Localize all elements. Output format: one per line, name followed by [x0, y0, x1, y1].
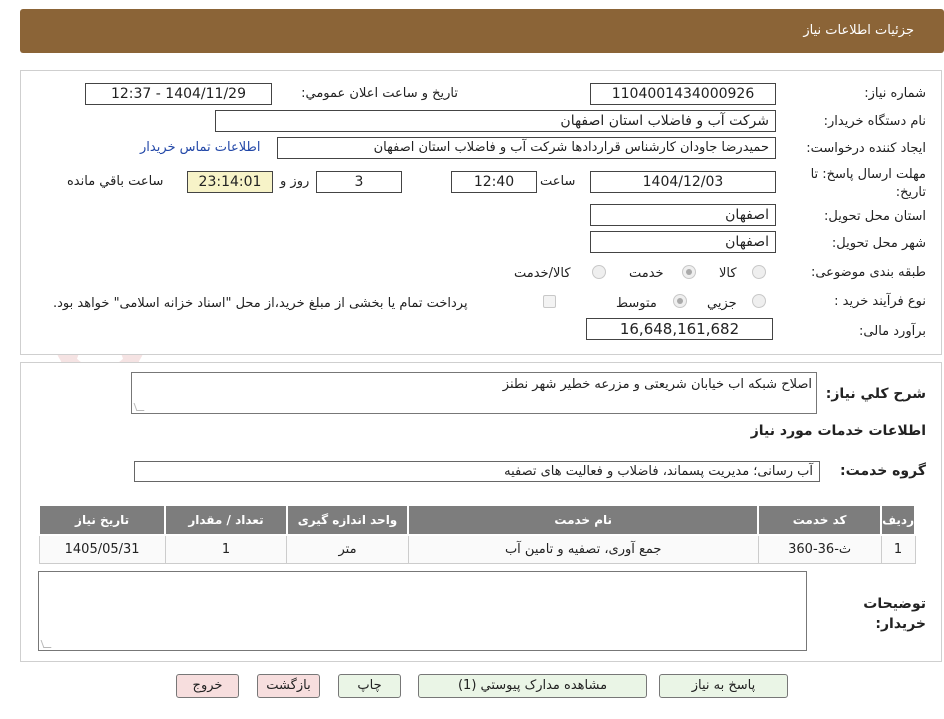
table-header-row: رديف کد خدمت نام خدمت واحد اندازه گيری ت… — [37, 504, 916, 536]
province-label: استان محل تحويل: — [824, 209, 926, 224]
col-header-need-date: تاريخ نياز — [37, 504, 167, 536]
col-header-unit: واحد اندازه گيری — [285, 504, 410, 536]
cell-unit: متر — [286, 534, 409, 564]
resize-grip-icon[interactable] — [40, 640, 52, 648]
category-radio-goods-service[interactable] — [592, 265, 606, 279]
category-option-service: خدمت — [629, 266, 664, 281]
treasury-payment-checkbox[interactable] — [543, 295, 556, 308]
remaining-time-field: 23:14:01 — [187, 171, 273, 193]
budget-label: برآورد مالی: — [859, 324, 926, 339]
category-option-goods: کالا — [719, 266, 737, 281]
deadline-time-label: ساعت — [540, 174, 576, 189]
cell-service-name: جمع آوری، تصفیه و تامین آب — [407, 534, 759, 564]
exit-button[interactable]: خروج — [176, 674, 239, 698]
buyer-notes-field[interactable] — [38, 571, 807, 651]
col-header-quantity: تعداد / مقدار — [164, 504, 288, 536]
reply-button[interactable]: پاسخ به نياز — [659, 674, 788, 698]
category-radio-service[interactable] — [682, 265, 696, 279]
process-option-minor: جزیي — [707, 296, 737, 311]
province-field: اصفهان — [590, 204, 776, 226]
requester-field: حمیدرضا جاودان کارشناس قراردادها شرکت آب… — [277, 137, 776, 159]
description-label: شرح کلي نياز: — [825, 386, 926, 402]
resize-grip-icon[interactable] — [133, 403, 145, 411]
page-header: جزئیات اطلاعات نیاز — [20, 9, 944, 53]
remaining-time-label: ساعت باقي مانده — [67, 174, 164, 189]
city-field: اصفهان — [590, 231, 776, 253]
cell-quantity: 1 — [164, 534, 288, 564]
city-label: شهر محل تحويل: — [831, 236, 926, 251]
category-radio-goods[interactable] — [752, 265, 766, 279]
col-header-row-index: رديف — [880, 504, 916, 536]
process-radio-minor[interactable] — [752, 294, 766, 308]
process-option-medium: متوسط — [616, 296, 657, 311]
page-title: جزئیات اطلاعات نیاز — [803, 23, 914, 38]
process-label: نوع فرآیند خرید : — [834, 294, 926, 309]
buyer-contact-link[interactable]: اطلاعات تماس خريدار — [140, 140, 260, 155]
table-row: 1 ث-36-360 جمع آوری، تصفیه و تامین آب مت… — [38, 534, 916, 564]
print-button[interactable]: چاپ — [338, 674, 401, 698]
cell-service-code: ث-36-360 — [757, 534, 882, 564]
days-label: روز و — [280, 174, 310, 189]
deadline-date-field: 1404/12/03 — [590, 171, 776, 193]
need-number-field: 1104001434000926 — [590, 83, 776, 105]
need-number-label: شماره نیاز: — [864, 86, 926, 101]
cell-need-date: 1405/05/31 — [38, 534, 166, 564]
col-header-service-name: نام خدمت — [407, 504, 760, 536]
announce-date-label: تاریخ و ساعت اعلان عمومي: — [301, 86, 458, 101]
back-button[interactable]: بازگشت — [257, 674, 320, 698]
budget-field: 16,648,161,682 — [586, 318, 773, 340]
cell-row-index: 1 — [880, 534, 916, 564]
category-option-goods-service: کالا/خدمت — [514, 266, 571, 281]
col-header-service-code: کد خدمت — [757, 504, 883, 536]
buyer-org-label: نام دستگاه خريدار: — [823, 114, 926, 129]
service-group-field: آب رسانی؛ مدیریت پسماند، فاضلاب و فعالیت… — [134, 461, 820, 482]
process-radio-medium[interactable] — [673, 294, 687, 308]
services-section-title: اطلاعات خدمات مورد نياز — [750, 423, 926, 439]
service-group-label: گروه خدمت: — [840, 463, 926, 479]
description-field[interactable]: اصلاح شبکه اب خیابان شریعتی و مزرعه خطیر… — [131, 372, 817, 414]
description-text: اصلاح شبکه اب خیابان شریعتی و مزرعه خطیر… — [502, 377, 812, 392]
services-table: رديف کد خدمت نام خدمت واحد اندازه گيری ت… — [37, 504, 916, 564]
category-label: طبقه بندی موضوعی: — [810, 265, 926, 280]
announce-date-field: 1404/11/29 - 12:37 — [85, 83, 272, 105]
view-attachments-button[interactable]: مشاهده مدارک پيوستي (1) — [418, 674, 647, 698]
requester-label: ايجاد کننده درخواست: — [806, 141, 926, 156]
buyer-notes-label: توضيحات خريدار: — [863, 596, 926, 632]
deadline-label: مهلت ارسال پاسخ: تا تاريخ: — [810, 167, 926, 200]
deadline-time-field: 12:40 — [451, 171, 537, 193]
buyer-org-field: شرکت آب و فاضلاب استان اصفهان — [215, 110, 776, 132]
treasury-payment-note: پرداخت تمام يا بخشی از مبلغ خريد،از محل … — [53, 296, 468, 311]
days-field: 3 — [316, 171, 402, 193]
